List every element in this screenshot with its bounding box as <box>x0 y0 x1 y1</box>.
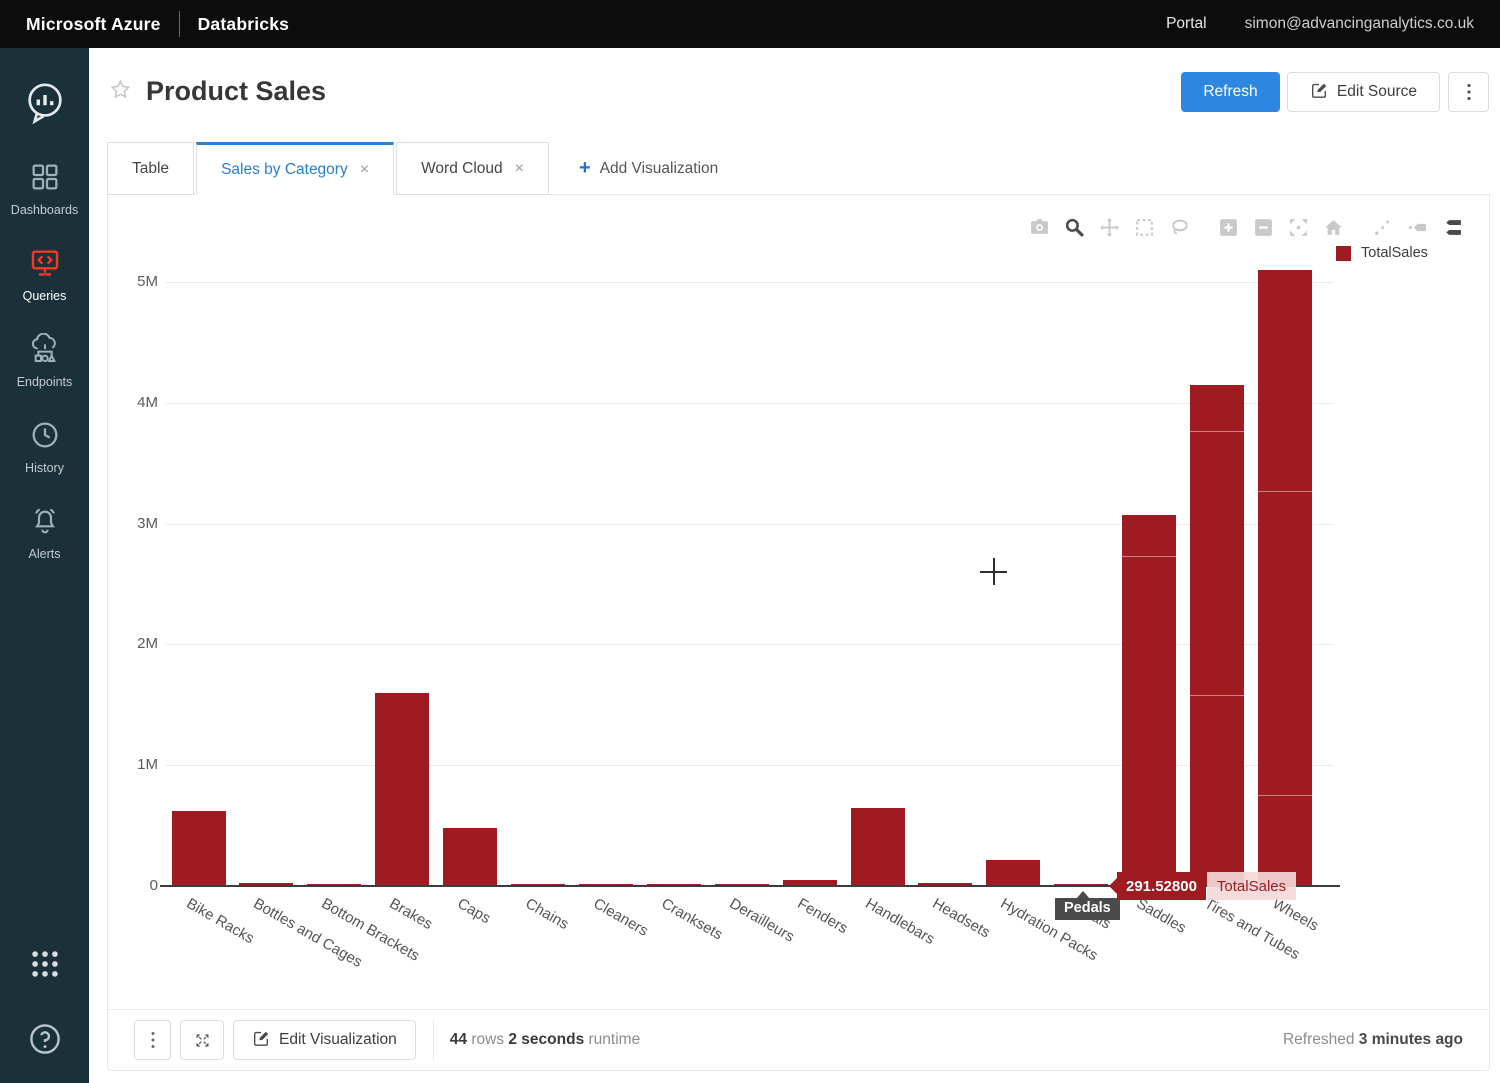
refresh-button[interactable]: Refresh <box>1181 72 1280 112</box>
expand-fullscreen-icon[interactable] <box>180 1020 224 1060</box>
help-question-icon[interactable] <box>26 1020 64 1063</box>
y-axis-tick-label: 4M <box>110 394 158 411</box>
bar-chart-plot[interactable]: 01M2M3M4M5MBike RacksBottles and CagesBo… <box>108 195 1489 1070</box>
plus-icon: + <box>579 157 591 180</box>
tab-table[interactable]: Table <box>107 142 194 195</box>
edit-source-button[interactable]: Edit Source <box>1287 72 1440 112</box>
sidebar-item-alerts[interactable]: Alerts <box>11 505 78 561</box>
x-axis-tick-label: Cleaners <box>590 895 650 940</box>
y-gridline <box>166 403 1334 404</box>
tab-word-cloud[interactable]: Word Cloud× <box>396 142 549 195</box>
bar-segment-divider <box>1258 491 1312 492</box>
portal-link[interactable]: Portal <box>1166 15 1207 33</box>
alerts-bell-icon <box>29 505 61 542</box>
edit-pencil-icon <box>1310 81 1328 104</box>
bar-bike-racks[interactable] <box>172 811 226 886</box>
x-axis-tick-label: Bike Racks <box>183 895 256 947</box>
hover-tooltip-category: Pedals <box>1055 898 1120 920</box>
x-axis-tick-label: Chains <box>523 895 572 933</box>
bar-hydration-packs[interactable] <box>986 860 1040 886</box>
sidebar-item-endpoints[interactable]: Endpoints <box>11 333 78 389</box>
query-footer-bar: Edit Visualization 44 rows 2 seconds run… <box>108 1009 1489 1070</box>
page-header: Product Sales Refresh Edit Source <box>89 48 1500 142</box>
tab-sales-by-category[interactable]: Sales by Category× <box>196 142 394 195</box>
y-axis-tick-label: 0 <box>110 877 158 894</box>
endpoints-cloud-icon <box>29 333 61 370</box>
hover-tooltip-value: 291.52800 <box>1117 872 1206 900</box>
user-email[interactable]: simon@advancinganalytics.co.uk <box>1245 15 1474 33</box>
close-icon[interactable]: × <box>360 161 369 179</box>
y-axis-tick-label: 3M <box>110 515 158 532</box>
bar-segment-divider <box>1258 795 1312 796</box>
sidebar-item-label: Queries <box>23 289 67 303</box>
add-visualization-button[interactable]: +Add Visualization <box>563 142 734 195</box>
y-axis-tick-label: 1M <box>110 756 158 773</box>
footer-kebab-icon[interactable] <box>134 1020 171 1060</box>
sidebar-item-history[interactable]: History <box>11 419 78 475</box>
brand-microsoft-azure: Microsoft Azure <box>26 14 161 35</box>
x-axis-tick-label: Fenders <box>794 895 850 937</box>
x-axis-tick-label: Cranksets <box>658 895 725 943</box>
sidebar-item-queries[interactable]: Queries <box>11 247 78 303</box>
sidebar-item-dashboards[interactable]: Dashboards <box>11 161 78 217</box>
sidebar-item-label: History <box>25 461 64 475</box>
more-options-kebab-icon[interactable] <box>1448 72 1489 112</box>
bar-segment-divider <box>1190 431 1244 432</box>
bar-segment-divider <box>1190 695 1244 696</box>
x-axis-tick-label: Caps <box>455 895 494 927</box>
bar-brakes[interactable] <box>375 693 429 886</box>
edit-visualization-button[interactable]: Edit Visualization <box>233 1020 416 1060</box>
sidebar-item-label: Dashboards <box>11 203 78 217</box>
sidebar: Dashboards Queries Endpoints History Alerts <box>0 48 89 1083</box>
x-axis-tick-label: Headsets <box>930 895 993 941</box>
brand-divider <box>179 11 180 37</box>
history-clock-icon <box>29 419 61 456</box>
bar-handlebars[interactable] <box>851 808 905 886</box>
close-icon[interactable]: × <box>515 160 524 178</box>
y-gridline <box>166 282 1334 283</box>
refreshed-status: Refreshed 3 minutes ago <box>1283 1031 1463 1049</box>
x-axis-tick-label: Saddles <box>1134 895 1189 937</box>
x-axis-tick-label: Handlebars <box>862 895 937 948</box>
hover-tooltip: 291.52800 TotalSales <box>1117 872 1296 900</box>
bar-wheels[interactable] <box>1258 270 1312 886</box>
hover-tooltip-series: TotalSales <box>1207 872 1296 900</box>
visualization-panel: TotalSales 01M2M3M4M5MBike RacksBottles … <box>107 194 1490 1071</box>
edit-pencil-icon <box>252 1029 270 1052</box>
bar-tires-and-tubes[interactable] <box>1190 385 1244 886</box>
brand: Microsoft Azure Databricks <box>26 11 289 37</box>
top-bar: Microsoft Azure Databricks Portal simon@… <box>0 0 1500 48</box>
footer-divider <box>433 1020 434 1060</box>
bar-caps[interactable] <box>443 828 497 886</box>
x-axis-tick-label: Wheels <box>1269 895 1321 935</box>
x-axis-tick-label: Brakes <box>387 895 436 933</box>
star-icon[interactable] <box>109 78 132 106</box>
visualization-tabs: TableSales by Category×Word Cloud× +Add V… <box>107 142 734 195</box>
bar-saddles[interactable] <box>1122 515 1176 886</box>
page-title: Product Sales <box>146 76 326 107</box>
dashboards-grid-icon <box>29 161 61 198</box>
y-axis-tick-label: 5M <box>110 273 158 290</box>
crosshair-cursor <box>980 571 1007 573</box>
sidebar-item-label: Endpoints <box>17 375 73 389</box>
databricks-sql-logo-icon[interactable] <box>22 80 68 131</box>
x-axis-tick-label: Derailleurs <box>726 895 797 946</box>
queries-code-monitor-icon <box>29 247 61 284</box>
app-switcher-grid-icon[interactable] <box>28 947 62 986</box>
query-stats: 44 rows 2 seconds runtime <box>450 1031 640 1049</box>
sidebar-item-label: Alerts <box>29 547 61 561</box>
bar-segment-divider <box>1122 556 1176 557</box>
y-axis-tick-label: 2M <box>110 635 158 652</box>
brand-databricks: Databricks <box>198 14 290 35</box>
